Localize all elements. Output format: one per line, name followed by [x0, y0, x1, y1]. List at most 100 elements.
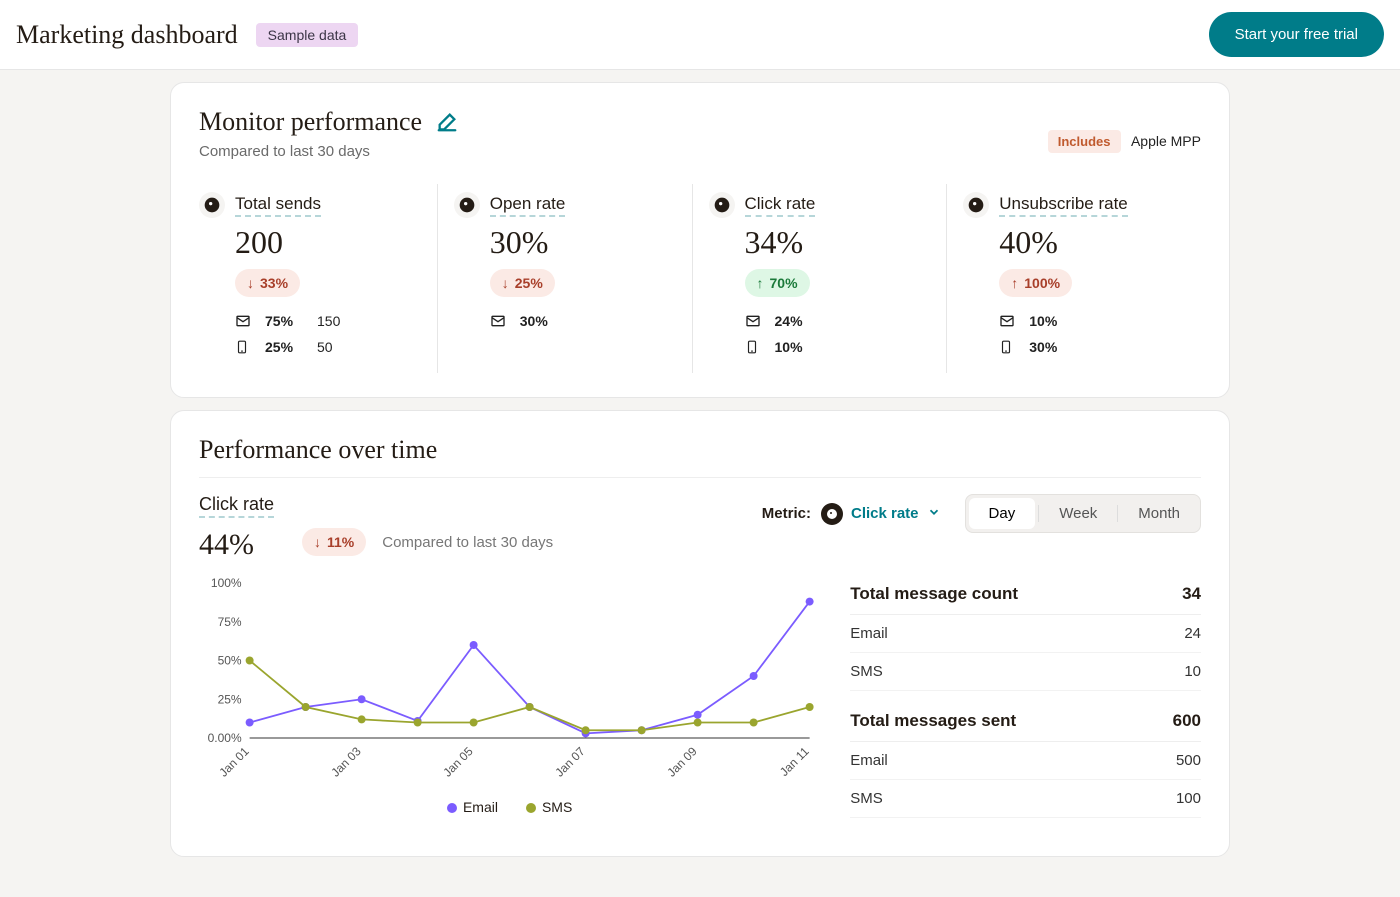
- metric-tile-2: Click rate 34% ↑ 70% 24% 10%: [692, 184, 947, 373]
- svg-text:Jan 03: Jan 03: [328, 744, 364, 780]
- summary-row: SMS100: [850, 780, 1201, 818]
- brand-icon: [709, 192, 735, 218]
- compared-text: Compared to last 30 days: [382, 534, 553, 551]
- breakdown-pct: 30%: [520, 313, 558, 329]
- metric-value: 40%: [999, 224, 1185, 261]
- breakdown-row-sms: 25% 50: [235, 339, 421, 355]
- email-icon: [745, 313, 761, 329]
- sms-icon: [999, 339, 1015, 355]
- over-time-metric-label: Click rate: [199, 494, 274, 518]
- summary-table: Total message count34 Email24SMS10 Total…: [850, 578, 1201, 832]
- breakdown-count: 150: [317, 313, 340, 329]
- metric-label: Total sends: [235, 194, 321, 217]
- includes-value: Apple MPP: [1131, 133, 1201, 149]
- sms-icon: [235, 339, 251, 355]
- arrow-down-icon: ↓: [502, 275, 509, 291]
- email-icon: [999, 313, 1015, 329]
- metric-label: Open rate: [490, 194, 566, 217]
- breakdown-row-sms: 30%: [999, 339, 1185, 355]
- includes-badge: Includes: [1048, 130, 1121, 153]
- svg-text:Jan 11: Jan 11: [777, 744, 812, 779]
- breakdown-pct: 10%: [1029, 313, 1067, 329]
- segment-day[interactable]: Day: [969, 498, 1036, 529]
- metric-picker-label: Metric:: [762, 505, 811, 522]
- page-title: Marketing dashboard: [16, 20, 238, 50]
- sample-data-badge: Sample data: [256, 23, 359, 47]
- over-time-metric-value: 44%: [199, 528, 254, 562]
- over-time-delta: 11%: [327, 534, 354, 550]
- summary-row: Email24: [850, 615, 1201, 653]
- brand-icon: [963, 192, 989, 218]
- chevron-down-icon: [927, 505, 941, 523]
- chart-legend: Email SMS: [199, 799, 820, 815]
- segment-week[interactable]: Week: [1039, 495, 1117, 532]
- breakdown-pct: 24%: [775, 313, 813, 329]
- monitor-subtitle: Compared to last 30 days: [199, 143, 458, 160]
- legend-email: Email: [447, 799, 498, 815]
- arrow-up-icon: ↑: [1011, 275, 1018, 291]
- summary-head: Total messages sent600: [850, 705, 1201, 742]
- svg-text:Jan 01: Jan 01: [216, 744, 252, 780]
- metric-label: Unsubscribe rate: [999, 194, 1128, 217]
- metric-value: 200: [235, 224, 421, 261]
- time-range-segmented: DayWeekMonth: [965, 494, 1201, 533]
- metric-delta-badge: ↑ 100%: [999, 269, 1072, 297]
- brand-icon: [821, 503, 843, 525]
- metric-delta-badge: ↓ 33%: [235, 269, 300, 297]
- metric-delta-badge: ↓ 25%: [490, 269, 555, 297]
- breakdown-row-email: 24%: [745, 313, 931, 329]
- metric-picker-button[interactable]: Click rate: [821, 503, 941, 525]
- svg-text:0.00%: 0.00%: [208, 731, 242, 745]
- metric-value: 30%: [490, 224, 676, 261]
- summary-row: Email500: [850, 742, 1201, 780]
- breakdown-row-sms: 10%: [745, 339, 931, 355]
- metrics-row: Total sends 200 ↓ 33% 75% 150 25% 50 Ope…: [199, 184, 1201, 373]
- metric-picker-value: Click rate: [851, 505, 919, 522]
- breakdown-count: 50: [317, 339, 333, 355]
- svg-text:50%: 50%: [218, 654, 242, 668]
- edit-icon[interactable]: [436, 111, 458, 133]
- monitor-performance-card: Monitor performance Compared to last 30 …: [170, 82, 1230, 398]
- start-trial-button[interactable]: Start your free trial: [1209, 12, 1384, 57]
- metric-delta: 25%: [515, 275, 543, 291]
- breakdown-pct: 25%: [265, 339, 303, 355]
- summary-row: SMS10: [850, 653, 1201, 691]
- arrow-down-icon: ↓: [314, 534, 321, 550]
- metric-value: 34%: [745, 224, 931, 261]
- svg-text:75%: 75%: [218, 615, 242, 629]
- app-header: Marketing dashboard Sample data Start yo…: [0, 0, 1400, 70]
- legend-sms: SMS: [526, 799, 572, 815]
- metric-delta-badge: ↑ 70%: [745, 269, 810, 297]
- metric-label: Click rate: [745, 194, 816, 217]
- svg-text:100%: 100%: [211, 578, 242, 590]
- breakdown-pct: 75%: [265, 313, 303, 329]
- metric-delta: 33%: [260, 275, 288, 291]
- monitor-title: Monitor performance: [199, 107, 422, 137]
- brand-icon: [199, 192, 225, 218]
- email-icon: [235, 313, 251, 329]
- metric-tile-0: Total sends 200 ↓ 33% 75% 150 25% 50: [199, 184, 437, 373]
- email-icon: [490, 313, 506, 329]
- metric-delta: 100%: [1024, 275, 1060, 291]
- svg-text:25%: 25%: [218, 692, 242, 706]
- breakdown-pct: 30%: [1029, 339, 1067, 355]
- summary-head: Total message count34: [850, 578, 1201, 615]
- segment-month[interactable]: Month: [1118, 495, 1200, 532]
- arrow-up-icon: ↑: [757, 275, 764, 291]
- brand-icon: [454, 192, 480, 218]
- breakdown-row-email: 30%: [490, 313, 676, 329]
- over-time-title: Performance over time: [199, 435, 1201, 465]
- metric-delta: 70%: [770, 275, 798, 291]
- svg-text:Jan 07: Jan 07: [552, 744, 588, 780]
- svg-text:Jan 05: Jan 05: [440, 744, 476, 780]
- sms-icon: [745, 339, 761, 355]
- line-chart: 0.00% 25% 50% 75% 100% Jan 01 Jan 03 Jan 05 Jan …: [199, 578, 820, 788]
- metric-picker: Metric: Click rate: [762, 503, 941, 525]
- svg-text:Jan 09: Jan 09: [664, 744, 700, 780]
- metric-tile-3: Unsubscribe rate 40% ↑ 100% 10% 30%: [946, 184, 1201, 373]
- arrow-down-icon: ↓: [247, 275, 254, 291]
- performance-over-time-card: Performance over time Click rate 44% ↓ 1…: [170, 410, 1230, 857]
- over-time-delta-badge: ↓ 11%: [302, 528, 366, 556]
- breakdown-row-email: 75% 150: [235, 313, 421, 329]
- breakdown-pct: 10%: [775, 339, 813, 355]
